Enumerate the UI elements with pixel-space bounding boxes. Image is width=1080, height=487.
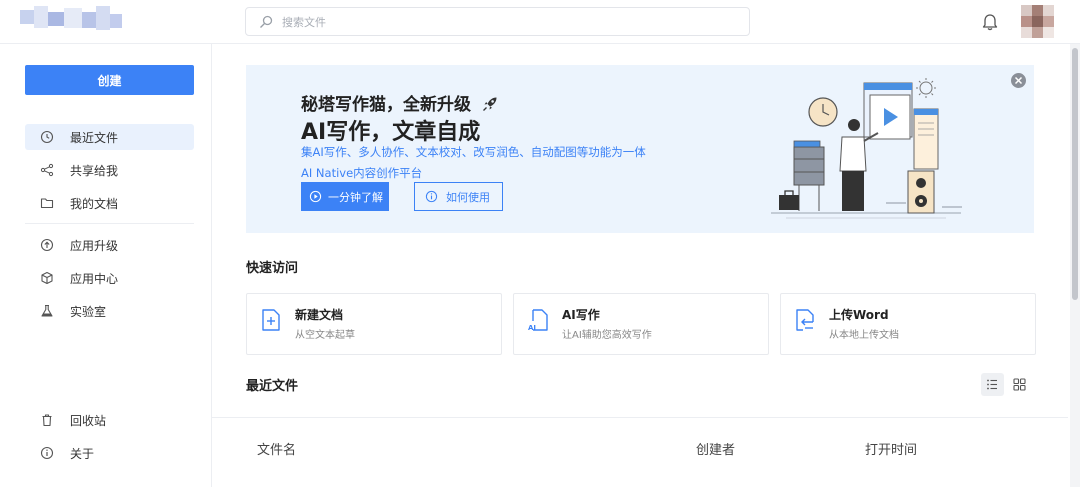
upgrade-icon [40,238,54,252]
sidebar-item-label: 关于 [70,446,95,461]
card-title: AI写作 [562,308,600,322]
avatar[interactable] [1021,5,1054,38]
bell-icon[interactable] [980,12,1000,32]
trash-icon [42,414,52,427]
sidebar-item-label: 回收站 [70,413,107,428]
grid-view-button[interactable] [1008,373,1031,396]
how-to-use-button[interactable]: 如何使用 [414,182,503,211]
folder-icon [40,198,54,209]
list-view-icon [987,379,997,390]
sidebar-item-shared[interactable]: 共享给我 [25,157,194,183]
upload-doc-icon [796,309,814,331]
banner-illustration [771,78,962,219]
card-title: 新建文档 [295,308,344,322]
sidebar-item-my-docs[interactable]: 我的文档 [25,190,194,216]
learn-in-one-minute-button[interactable]: 一分钟了解 [301,182,389,211]
sidebar-item-trash[interactable]: 回收站 [25,407,194,433]
page-scrollbar[interactable] [1070,44,1080,487]
sidebar-item-label: 应用升级 [70,238,119,253]
quick-card-new-doc[interactable]: 新建文档 从空文本起草 [246,293,502,355]
rocket-icon [482,97,497,111]
sidebar-item-lab[interactable]: 实验室 [25,298,194,324]
recent-files-title: 最近文件 [246,379,299,394]
play-circle-icon [309,190,322,203]
search-input[interactable] [282,12,722,32]
sidebar-item-upgrade[interactable]: 应用升级 [25,232,194,258]
quick-access-title: 快速访问 [246,261,299,276]
clock-icon [40,130,54,144]
info-icon [425,190,438,203]
app-logo[interactable] [20,6,124,36]
sidebar-item-about[interactable]: 关于 [25,440,194,466]
banner-headline: AI写作，文章自成 [301,120,481,145]
card-subtitle: 从空文本起草 [295,330,355,341]
share-icon [40,163,54,177]
sidebar-item-label: 实验室 [70,304,107,319]
cube-icon [41,271,53,285]
scrollbar-thumb[interactable] [1072,48,1078,300]
create-button[interactable]: 创建 [25,65,194,95]
table-divider [212,417,1068,418]
close-icon [1014,76,1023,85]
info-icon [40,446,54,460]
sidebar-item-label: 共享给我 [70,163,119,178]
sidebar-item-recent[interactable]: 最近文件 [25,124,194,150]
card-subtitle: 让AI辅助您高效写作 [562,330,652,341]
sidebar-divider [25,223,194,224]
quick-card-upload-word[interactable]: 上传Word 从本地上传文档 [780,293,1036,355]
banner-description: 集AI写作、多人协作、文本校对、改写润色、自动配图等功能为一体 [301,145,646,159]
sidebar-item-label: 最近文件 [70,130,119,145]
svg-text:AI: AI [528,324,536,332]
search-icon [260,15,273,28]
grid-view-icon [1013,378,1026,391]
column-header-filename[interactable]: 文件名 [257,439,296,458]
banner-tagline: AI Native内容创作平台 [301,166,423,180]
sidebar-item-app-center[interactable]: 应用中心 [25,265,194,291]
banner-title: 秘塔写作猫，全新升级 [301,90,499,115]
banner-close-button[interactable] [1011,73,1026,88]
card-title: 上传Word [829,308,889,322]
flask-icon [41,304,53,317]
quick-card-ai-writing[interactable]: AI AI写作 让AI辅助您高效写作 [513,293,769,355]
sidebar-item-label: 应用中心 [70,271,119,286]
column-header-open-time[interactable]: 打开时间 [865,439,917,458]
sidebar-item-label: 我的文档 [70,196,119,211]
sidebar: 创建 最近文件 共享给我 我的文档 应用升级 应用中心 实验室 回收站 关于 [0,44,212,487]
new-doc-icon [262,309,280,331]
list-view-button[interactable] [981,373,1004,396]
ai-doc-icon: AI [528,309,548,332]
column-header-creator[interactable]: 创建者 [696,439,735,458]
card-subtitle: 从本地上传文档 [829,330,899,341]
promo-banner: 秘塔写作猫，全新升级 AI写作，文章自成 集AI写作、多人协作、文本校对、改写润… [246,65,1034,233]
search-box[interactable] [245,7,750,36]
top-header [0,0,1080,44]
